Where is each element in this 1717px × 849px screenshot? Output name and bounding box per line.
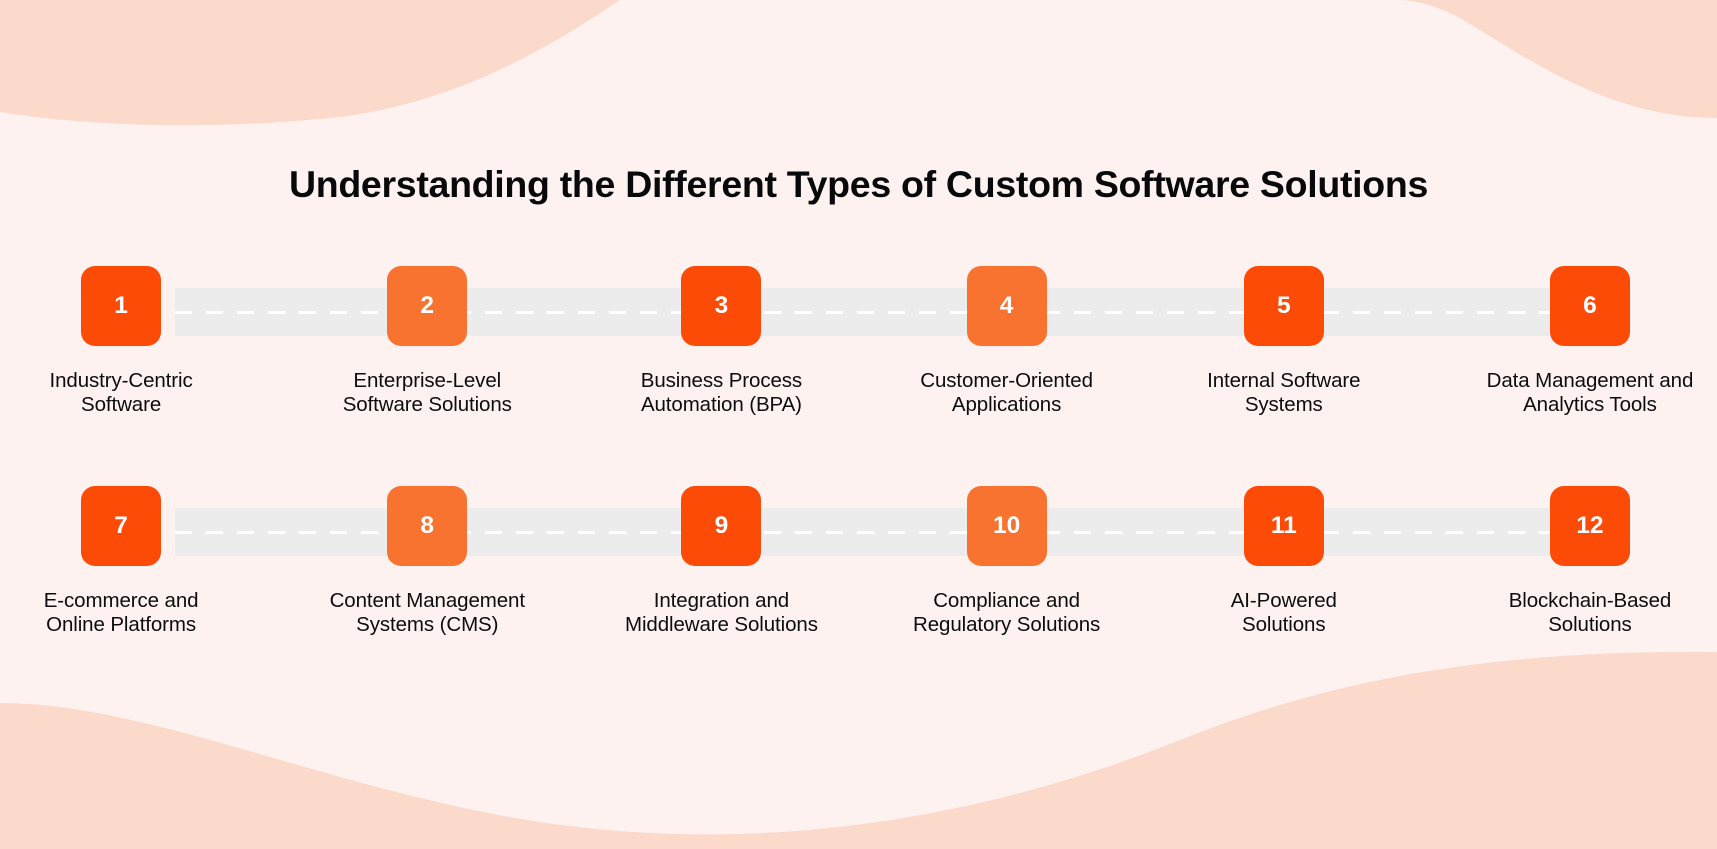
step-number-4: 4: [999, 291, 1014, 319]
timeline-item-9[interactable]: 9 Integration and Middleware Solutions: [578, 486, 864, 666]
step-number-3: 3: [714, 291, 729, 319]
step-number-badge-12[interactable]: 12: [1549, 486, 1630, 566]
step-number-11: 11: [1270, 511, 1297, 539]
infographic-content: Understanding the Different Types of Cus…: [0, 0, 1717, 849]
step-label-4: Customer-Oriented Applications: [920, 369, 1093, 416]
step-number-1: 1: [114, 291, 128, 319]
timeline-row-1: 1 Industry-Centric Software 2 Enterprise…: [0, 266, 1717, 446]
step-label-1: Industry-Centric Software: [49, 369, 193, 416]
step-label-10: Compliance and Regulatory Solutions: [913, 589, 1101, 636]
timeline-items-row-2: 7 E-commerce and Online Platforms 8 Cont…: [0, 486, 1717, 666]
step-number-badge-7[interactable]: 7: [81, 486, 162, 566]
timeline-item-5[interactable]: 5 Internal Software Systems: [1141, 266, 1427, 446]
step-number-badge-6[interactable]: 6: [1549, 266, 1630, 346]
timeline-item-7[interactable]: 7 E-commerce and Online Platforms: [0, 486, 264, 666]
step-number-5: 5: [1276, 291, 1291, 319]
infographic-canvas: Understanding the Different Types of Cus…: [0, 0, 1717, 849]
timeline-item-1[interactable]: 1 Industry-Centric Software: [0, 266, 264, 446]
timeline-item-2[interactable]: 2 Enterprise-Level Software Solutions: [284, 266, 570, 446]
timeline-item-11[interactable]: 11 AI-Powered Solutions: [1141, 486, 1427, 666]
step-label-2: Enterprise-Level Software Solutions: [342, 369, 512, 416]
timeline-item-4[interactable]: 4 Customer-Oriented Applications: [864, 266, 1150, 446]
step-number-badge-9[interactable]: 9: [681, 486, 762, 566]
step-number-badge-1[interactable]: 1: [81, 266, 162, 346]
step-number-badge-4[interactable]: 4: [966, 266, 1047, 346]
step-number-badge-5[interactable]: 5: [1243, 266, 1324, 346]
step-number-badge-3[interactable]: 3: [681, 266, 762, 346]
step-number-badge-2[interactable]: 2: [387, 266, 468, 346]
timeline-item-8[interactable]: 8 Content Management Systems (CMS): [284, 486, 570, 666]
step-number-badge-8[interactable]: 8: [387, 486, 468, 566]
step-number-badge-10[interactable]: 10: [966, 486, 1047, 566]
timeline-items-row-1: 1 Industry-Centric Software 2 Enterprise…: [0, 266, 1717, 446]
step-label-12: Blockchain-Based Solutions: [1508, 589, 1672, 636]
step-number-badge-11[interactable]: 11: [1243, 486, 1324, 566]
timeline-item-6[interactable]: 6 Data Management and Analytics Tools: [1447, 266, 1717, 446]
step-label-3: Business Process Automation (BPA): [640, 369, 803, 416]
step-label-5: Internal Software Systems: [1207, 369, 1361, 416]
step-number-7: 7: [114, 511, 128, 539]
step-label-8: Content Management Systems (CMS): [329, 589, 525, 636]
step-label-9: Integration and Middleware Solutions: [625, 589, 818, 636]
step-number-2: 2: [420, 291, 435, 319]
step-label-11: AI-Powered Solutions: [1230, 589, 1337, 636]
timeline-item-3[interactable]: 3 Business Process Automation (BPA): [578, 266, 864, 446]
step-number-6: 6: [1583, 291, 1597, 319]
timeline-item-10[interactable]: 10 Compliance and Regulatory Solutions: [864, 486, 1150, 666]
step-number-8: 8: [420, 511, 435, 539]
step-label-7: E-commerce and Online Platforms: [43, 589, 199, 636]
step-number-10: 10: [992, 511, 1021, 539]
page-title: Understanding the Different Types of Cus…: [288, 163, 1429, 206]
step-number-9: 9: [714, 511, 729, 539]
timeline-item-12[interactable]: 12 Blockchain-Based Solutions: [1447, 486, 1717, 666]
step-label-6: Data Management and Analytics Tools: [1486, 369, 1694, 416]
step-number-12: 12: [1576, 511, 1604, 539]
timeline-row-2: 7 E-commerce and Online Platforms 8 Cont…: [0, 486, 1717, 666]
